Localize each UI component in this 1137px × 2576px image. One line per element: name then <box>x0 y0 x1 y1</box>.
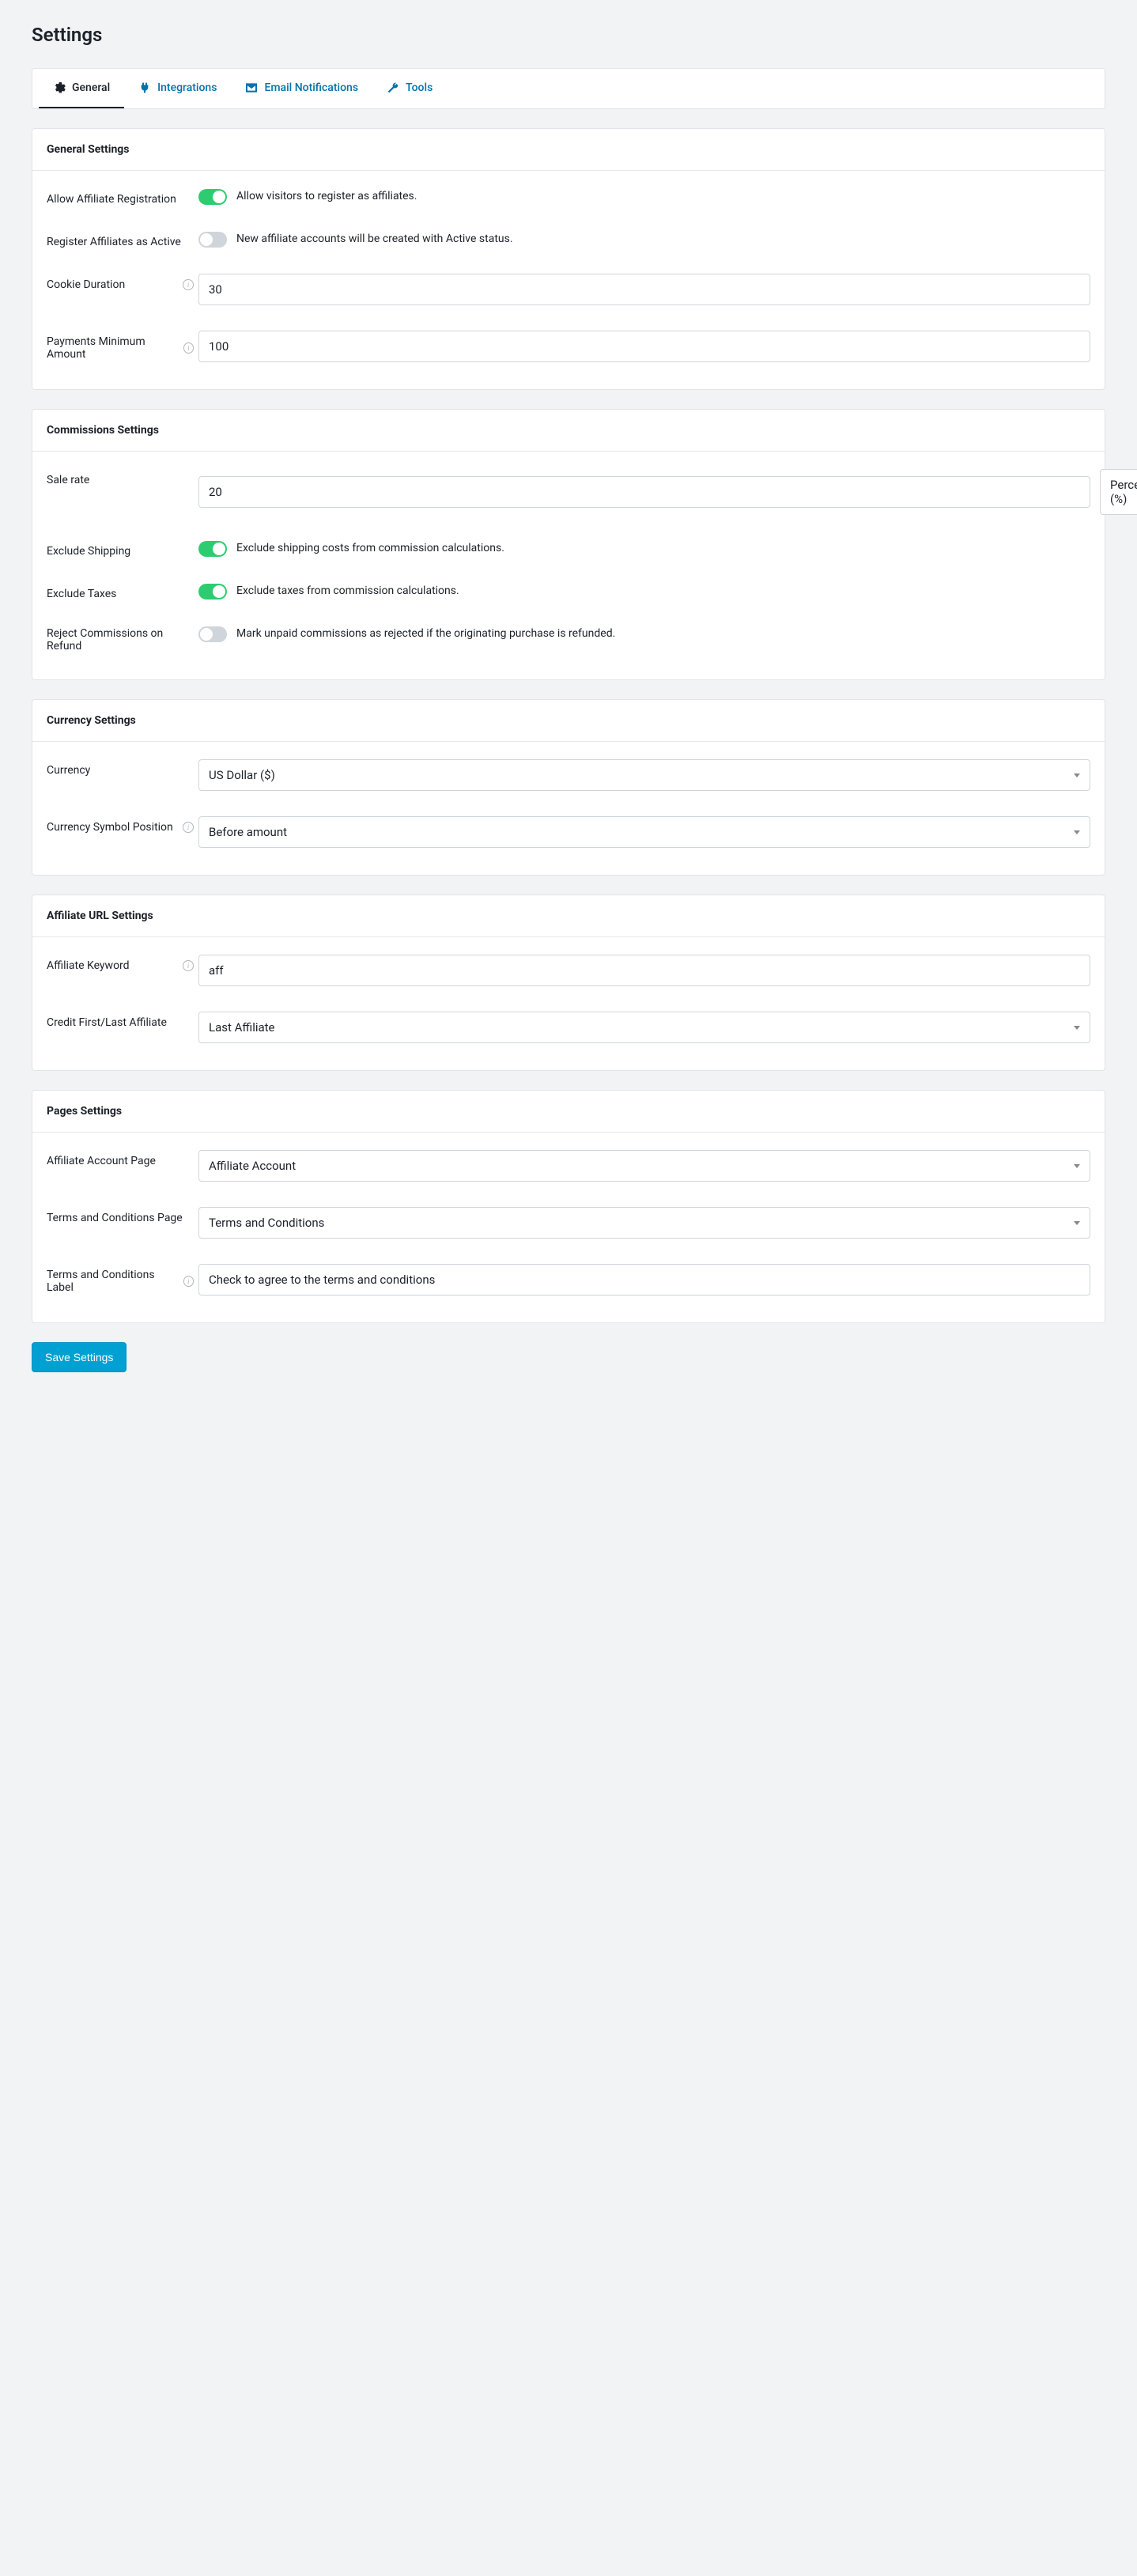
tab-integrations[interactable]: Integrations <box>124 69 231 108</box>
gear-icon <box>53 81 66 94</box>
info-icon[interactable]: i <box>183 1276 194 1287</box>
info-icon[interactable]: i <box>183 279 194 290</box>
account-page-label: Affiliate Account Page <box>47 1155 156 1167</box>
terms-label-label: Terms and Conditions Label <box>47 1269 179 1294</box>
sale-rate-type-select[interactable]: Percentage (%) <box>1100 469 1137 515</box>
tab-integrations-label: Integrations <box>157 81 217 94</box>
currency-value: US Dollar ($) <box>209 768 275 782</box>
save-button[interactable]: Save Settings <box>32 1342 127 1372</box>
general-settings-heading: General Settings <box>32 129 1105 171</box>
chevron-down-icon <box>1074 1026 1080 1030</box>
url-settings-card: Affiliate URL Settings Affiliate Keyword… <box>32 895 1105 1071</box>
tab-emails-label: Email Notifications <box>264 81 358 94</box>
min-amount-input[interactable] <box>198 331 1090 362</box>
mail-icon <box>245 81 258 94</box>
credit-value: Last Affiliate <box>209 1020 275 1035</box>
currency-position-label: Currency Symbol Position <box>47 821 173 834</box>
allow-registration-label: Allow Affiliate Registration <box>47 193 176 206</box>
min-amount-label: Payments Minimum Amount <box>47 335 179 361</box>
credit-select[interactable]: Last Affiliate <box>198 1012 1090 1043</box>
info-icon[interactable]: i <box>183 822 194 833</box>
commissions-settings-card: Commissions Settings Sale rate Percentag… <box>32 409 1105 680</box>
exclude-taxes-help: Exclude taxes from commission calculatio… <box>236 583 459 600</box>
terms-page-select[interactable]: Terms and Conditions <box>198 1207 1090 1239</box>
info-icon[interactable]: i <box>183 960 194 971</box>
settings-tabs: General Integrations Email Notifications… <box>32 68 1105 109</box>
plug-icon <box>138 81 151 94</box>
cookie-duration-label: Cookie Duration <box>47 278 125 291</box>
allow-registration-toggle[interactable] <box>198 189 227 205</box>
tab-emails[interactable]: Email Notifications <box>231 69 372 108</box>
exclude-shipping-help: Exclude shipping costs from commission c… <box>236 540 504 557</box>
url-settings-heading: Affiliate URL Settings <box>32 895 1105 937</box>
credit-label: Credit First/Last Affiliate <box>47 1016 167 1029</box>
chevron-down-icon <box>1074 830 1080 834</box>
allow-registration-help: Allow visitors to register as affiliates… <box>236 188 417 205</box>
currency-settings-card: Currency Settings Currency US Dollar ($)… <box>32 699 1105 876</box>
currency-position-select[interactable]: Before amount <box>198 816 1090 848</box>
wrench-icon <box>387 81 399 94</box>
page-title: Settings <box>32 24 1105 46</box>
currency-select[interactable]: US Dollar ($) <box>198 759 1090 791</box>
account-page-value: Affiliate Account <box>209 1159 296 1173</box>
general-settings-card: General Settings Allow Affiliate Registr… <box>32 128 1105 390</box>
tab-tools[interactable]: Tools <box>372 69 447 108</box>
cookie-duration-input[interactable] <box>198 274 1090 305</box>
sale-rate-label: Sale rate <box>47 474 89 486</box>
terms-page-label: Terms and Conditions Page <box>47 1212 183 1224</box>
sale-rate-input[interactable] <box>198 476 1090 508</box>
tab-general-label: General <box>72 81 110 94</box>
chevron-down-icon <box>1074 774 1080 777</box>
register-active-help: New affiliate accounts will be created w… <box>236 231 513 248</box>
pages-settings-card: Pages Settings Affiliate Account Page Af… <box>32 1090 1105 1323</box>
info-icon[interactable]: i <box>183 342 194 354</box>
chevron-down-icon <box>1074 1221 1080 1225</box>
exclude-shipping-label: Exclude Shipping <box>47 545 130 558</box>
reject-refund-label: Reject Commissions on Refund <box>47 627 198 653</box>
sale-rate-type-value: Percentage (%) <box>1110 478 1137 506</box>
exclude-taxes-label: Exclude Taxes <box>47 588 116 600</box>
commissions-settings-heading: Commissions Settings <box>32 410 1105 452</box>
chevron-down-icon <box>1074 1164 1080 1168</box>
terms-page-value: Terms and Conditions <box>209 1216 324 1230</box>
reject-refund-help: Mark unpaid commissions as rejected if t… <box>236 626 615 642</box>
keyword-label: Affiliate Keyword <box>47 959 130 972</box>
exclude-taxes-toggle[interactable] <box>198 584 227 600</box>
register-active-toggle[interactable] <box>198 232 227 248</box>
tab-tools-label: Tools <box>406 81 433 94</box>
keyword-input[interactable] <box>198 955 1090 986</box>
currency-label: Currency <box>47 764 90 777</box>
terms-label-input[interactable] <box>198 1264 1090 1296</box>
tab-general[interactable]: General <box>39 69 124 108</box>
currency-position-value: Before amount <box>209 825 287 839</box>
account-page-select[interactable]: Affiliate Account <box>198 1150 1090 1182</box>
reject-refund-toggle[interactable] <box>198 626 227 642</box>
currency-settings-heading: Currency Settings <box>32 700 1105 742</box>
exclude-shipping-toggle[interactable] <box>198 541 227 557</box>
register-active-label: Register Affiliates as Active <box>47 236 181 248</box>
pages-settings-heading: Pages Settings <box>32 1091 1105 1133</box>
